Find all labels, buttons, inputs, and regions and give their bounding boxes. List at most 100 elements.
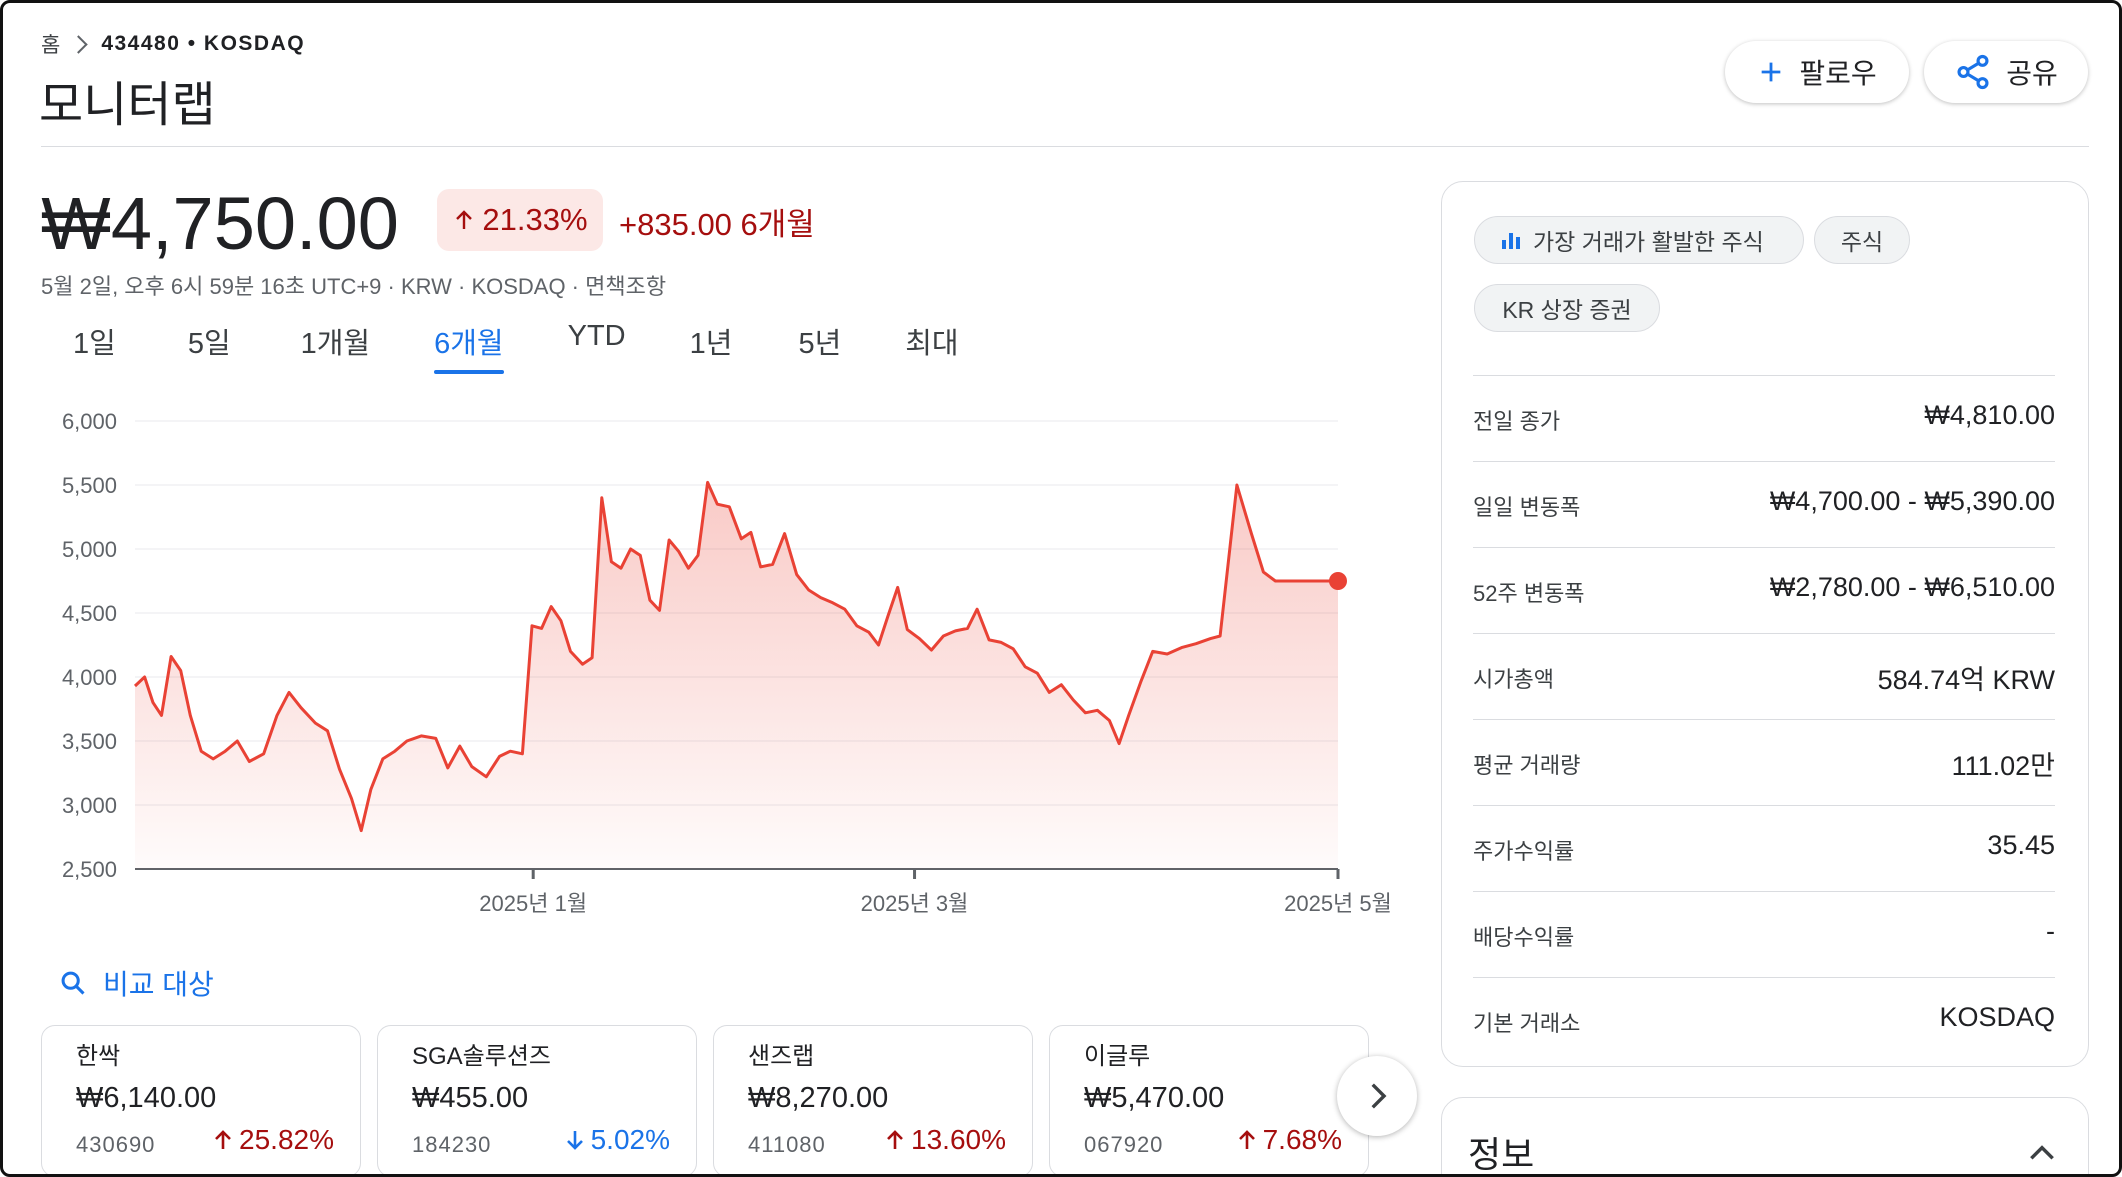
- chip-kr-listed[interactable]: KR 상장 증권: [1474, 284, 1660, 332]
- tab-range[interactable]: 6개월: [434, 320, 504, 374]
- y-tick-label: 3,500: [62, 729, 117, 754]
- stat-row: 전일 종가 ₩4,810.00: [1473, 375, 2055, 462]
- stat-label: 기본 거래소: [1473, 1011, 1581, 1036]
- share-button[interactable]: 공유: [1924, 41, 2088, 103]
- breadcrumb-home[interactable]: 홈: [41, 29, 60, 59]
- search-icon: [61, 971, 85, 995]
- stat-value: ₩4,810.00: [1924, 400, 2055, 430]
- plus-icon: [1762, 62, 1781, 82]
- stat-row: 시가총액 584.74억 KRW: [1473, 633, 2055, 720]
- compare-code: 411080: [748, 1132, 826, 1157]
- page-title: 모니터랩: [39, 79, 216, 132]
- chip-most-active[interactable]: 가장 거래가 활발한 주식: [1474, 216, 1804, 264]
- y-tick-label: 3,000: [62, 793, 117, 818]
- compare-percent: 5.02%: [590, 1124, 670, 1155]
- stat-value: 584.74억 KRW: [1877, 665, 2055, 695]
- share-label: 공유: [2006, 58, 2058, 89]
- stat-row: 일일 변동폭 ₩4,700.00 - ₩5,390.00: [1473, 461, 2055, 548]
- last-price-dot: [1329, 572, 1347, 590]
- stat-label: 일일 변동폭: [1473, 495, 1581, 520]
- range-tabs: 1일 5일 1개월 6개월 YTD 1년 5년 최대: [73, 320, 959, 374]
- info-panel: 정보: [1441, 1097, 2089, 1175]
- compare-code: 430690: [76, 1132, 156, 1157]
- arrow-up-icon: [887, 1130, 903, 1149]
- stat-row: 주가수익률 35.45: [1473, 805, 2055, 892]
- compare-name: SGA솔루션즈: [412, 1043, 552, 1070]
- y-tick-label: 5,500: [62, 473, 117, 498]
- change-percent-badge: 21.33%: [437, 189, 603, 251]
- compare-name: 샌즈랩: [748, 1043, 815, 1070]
- tab-range[interactable]: 5일: [188, 320, 231, 374]
- x-tick-label: 2025년 5월: [1284, 891, 1392, 916]
- price-chart: 6,000 5,500 5,000 4,500 4,000 3,500 3,000 2,500…: [62, 409, 1392, 916]
- stat-value: 111.02만: [1951, 751, 2055, 781]
- chevron-right-icon: [69, 34, 89, 54]
- compare-change: 7.68%: [1235, 1124, 1342, 1156]
- arrow-down-icon: [566, 1131, 583, 1150]
- info-title: 정보: [1468, 1134, 1535, 1175]
- y-tick-label: 2,500: [62, 857, 117, 882]
- compare-price: ₩8,270.00: [748, 1082, 889, 1114]
- stat-label: 평균 거래량: [1473, 753, 1581, 778]
- y-tick-label: 4,000: [62, 665, 117, 690]
- y-tick-label: 5,000: [62, 537, 117, 562]
- compare-label: 비교 대상: [103, 969, 214, 1000]
- tab-range[interactable]: 1일: [73, 320, 116, 374]
- x-tick-label: 2025년 1월: [479, 891, 587, 916]
- change-amount: +835.00 6개월: [619, 207, 815, 242]
- stat-label: 주가수익률: [1473, 839, 1575, 864]
- stat-value: ₩4,700.00 - ₩5,390.00: [1769, 486, 2055, 516]
- stat-row: 52주 변동폭 ₩2,780.00 - ₩6,510.00: [1473, 547, 2055, 634]
- share-icon: [1957, 54, 1989, 90]
- price-area: [135, 482, 1338, 869]
- bar-chart-icon: [1502, 233, 1520, 249]
- tab-range[interactable]: YTD: [568, 320, 626, 374]
- compare-name: 이글루: [1084, 1043, 1151, 1070]
- price-meta: 5월 2일, 오후 6시 59분 16초 UTC+9 · KRW · KOSDA…: [41, 274, 667, 299]
- compare-card[interactable]: 이글루 ₩5,470.00 067920 7.68%: [1049, 1025, 1369, 1174]
- current-price: ₩4,750.00: [41, 182, 399, 265]
- chevron-right-icon: [1371, 1083, 1387, 1109]
- follow-label: 팔로우: [1799, 58, 1877, 89]
- compare-change: 25.82%: [211, 1124, 334, 1156]
- compare-change: 13.60%: [883, 1124, 1006, 1156]
- x-tick-label: 2025년 3월: [861, 891, 969, 916]
- next-button[interactable]: [1337, 1056, 1417, 1136]
- compare-change: 5.02%: [563, 1124, 670, 1156]
- arrow-up-icon: [215, 1130, 231, 1149]
- arrow-up-icon: [456, 210, 473, 229]
- change-percent: 21.33%: [482, 202, 588, 237]
- page: 홈 434480 • KOSDAQ 모니터랩 팔로우 공유 ₩4,750.00 …: [0, 0, 2122, 1177]
- arrow-up-icon: [1238, 1130, 1255, 1149]
- breadcrumb: 홈 434480 • KOSDAQ: [41, 29, 305, 59]
- compare-name: 한싹: [76, 1043, 121, 1070]
- stat-row: 기본 거래소 KOSDAQ: [1473, 977, 2055, 1064]
- follow-button[interactable]: 팔로우: [1725, 41, 1909, 103]
- tab-range[interactable]: 5년: [798, 320, 841, 374]
- tab-range[interactable]: 1개월: [301, 320, 371, 374]
- y-tick-label: 4,500: [62, 601, 117, 626]
- compare-percent: 7.68%: [1262, 1124, 1342, 1155]
- compare-price: ₩6,140.00: [76, 1082, 217, 1114]
- compare-code: 067920: [1084, 1132, 1164, 1157]
- tab-range[interactable]: 1년: [690, 320, 733, 374]
- compare-percent: 13.60%: [911, 1124, 1006, 1155]
- tab-range[interactable]: 최대: [905, 320, 958, 374]
- breadcrumb-symbol: 434480 • KOSDAQ: [101, 32, 306, 55]
- stat-label: 배당수익률: [1473, 925, 1575, 950]
- stat-row: 배당수익률 -: [1473, 891, 2055, 978]
- compare-code: 184230: [412, 1132, 492, 1157]
- stat-value: KOSDAQ: [1939, 1002, 2055, 1032]
- compare-button[interactable]: 비교 대상: [59, 963, 214, 1003]
- compare-card[interactable]: SGA솔루션즈 ₩455.00 184230 5.02%: [377, 1025, 697, 1174]
- compare-price: ₩5,470.00: [1084, 1082, 1225, 1114]
- stat-label: 전일 종가: [1473, 409, 1561, 434]
- chip-stock[interactable]: 주식: [1814, 216, 1910, 264]
- compare-percent: 25.82%: [239, 1124, 334, 1155]
- compare-price: ₩455.00: [412, 1082, 529, 1114]
- compare-card[interactable]: 샌즈랩 ₩8,270.00 411080 13.60%: [713, 1025, 1033, 1174]
- chip-label: KR 상장 증권: [1502, 297, 1632, 323]
- compare-card[interactable]: 한싹 ₩6,140.00 430690 25.82%: [41, 1025, 361, 1174]
- chip-label: 가장 거래가 활발한 주식: [1533, 229, 1764, 255]
- chevron-up-icon[interactable]: [2026, 1142, 2058, 1164]
